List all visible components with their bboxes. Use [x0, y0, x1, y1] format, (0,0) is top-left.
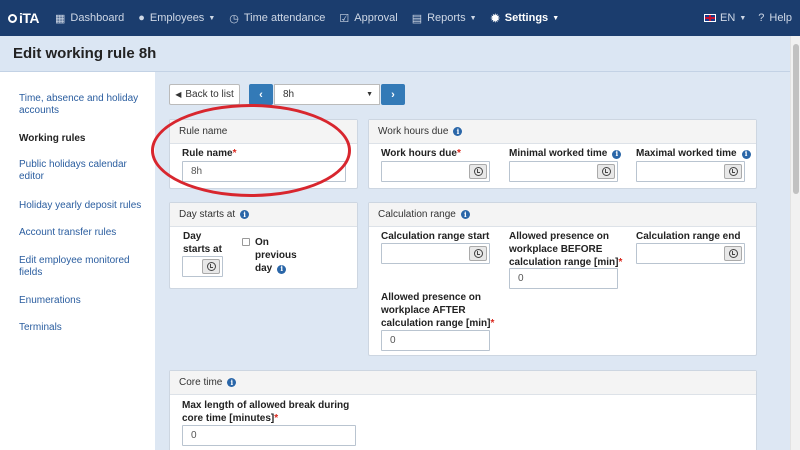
calc-range-end-input[interactable]: [636, 243, 745, 264]
core-time-break-label: Max length of allowed break during core t…: [182, 400, 350, 424]
sidebar-item-holidays-calendar[interactable]: Public holidays calendar editor: [19, 159, 144, 183]
maximal-worked-time-input[interactable]: [636, 161, 745, 182]
rule-select[interactable]: 8h ▼: [274, 84, 380, 105]
caret-down-icon: ▼: [552, 14, 560, 22]
day-starts-label: Day starts at: [183, 231, 222, 255]
info-icon[interactable]: i: [277, 264, 287, 274]
scrollbar-thumb[interactable]: [793, 44, 799, 194]
sidebar-item-enumerations[interactable]: Enumerations: [19, 295, 144, 307]
sidebar-item-accounts[interactable]: Time, absence and holiday accounts: [19, 93, 144, 117]
checkbox-icon: ☑: [339, 12, 350, 25]
rule-name-input[interactable]: 8h: [182, 161, 346, 182]
top-navbar: iTA ▦ Dashboard ● Employees ▼ ◷ Time attenda…: [0, 0, 800, 36]
info-icon[interactable]: i: [240, 210, 250, 219]
previous-day-checkbox[interactable]: [242, 238, 250, 246]
maximal-worked-time-label: Maximal worked time i: [636, 148, 751, 160]
required-asterisk: *: [490, 318, 495, 329]
clock-icon[interactable]: [469, 246, 487, 261]
panel-heading: Rule name: [170, 120, 357, 144]
nav-approval[interactable]: ☑ Approval: [332, 0, 404, 36]
calc-range-start-label: Calculation range start: [381, 231, 490, 242]
caret-down-icon: ▼: [469, 14, 477, 22]
logo-mark-icon: [8, 13, 17, 23]
minimal-worked-time-label: Minimal worked time i: [509, 148, 622, 160]
help-link[interactable]: ? Help: [758, 0, 792, 36]
page-title: Edit working rule 8h: [13, 45, 157, 62]
back-to-list-button[interactable]: ◀ Back to list: [169, 84, 240, 105]
presence-before-label: Allowed presence on workplace BEFORE calcu…: [509, 231, 623, 268]
language-selector[interactable]: EN ▼: [704, 0, 746, 36]
required-asterisk: *: [232, 148, 237, 159]
sidebar-item-terminals[interactable]: Terminals: [19, 322, 144, 334]
core-time-break-input[interactable]: 0: [182, 425, 356, 446]
nav-settings[interactable]: ✹ Settings ▼: [484, 0, 567, 36]
required-asterisk: *: [274, 413, 279, 424]
nav-right: EN ▼ ? Help: [704, 0, 792, 36]
chevron-right-icon: ›: [391, 88, 395, 101]
printer-icon: ▤: [411, 12, 423, 25]
gear-icon: ✹: [490, 12, 500, 25]
help-icon: ?: [758, 12, 765, 24]
required-asterisk: *: [618, 257, 623, 268]
grid-icon: ▦: [55, 12, 66, 25]
minimal-worked-time-input[interactable]: [509, 161, 618, 182]
panel-heading: Calculation range i: [369, 203, 756, 227]
work-hours-due-label: Work hours due*: [381, 148, 461, 159]
panel-heading: Core time i: [170, 371, 756, 395]
clock-icon[interactable]: [724, 164, 742, 179]
presence-before-input[interactable]: 0: [509, 268, 618, 289]
sidebar-item-holiday-deposit[interactable]: Holiday yearly deposit rules: [19, 200, 144, 212]
nav-time-attendance[interactable]: ◷ Time attendance: [222, 0, 332, 36]
nav-reports[interactable]: ▤ Reports ▼: [405, 0, 484, 36]
clock-icon: ◷: [229, 12, 239, 25]
uk-flag-icon: [704, 14, 717, 22]
panel-heading: Work hours due i: [369, 120, 756, 144]
info-icon[interactable]: i: [453, 127, 463, 136]
panel-heading: Day starts at i: [170, 203, 357, 227]
caret-down-icon: ▼: [366, 91, 373, 98]
clock-icon[interactable]: [469, 164, 487, 179]
calc-range-end-label: Calculation range end: [636, 231, 741, 242]
work-hours-due-input[interactable]: [381, 161, 490, 182]
required-asterisk: *: [456, 148, 461, 159]
day-starts-input[interactable]: [182, 256, 223, 277]
sidebar-item-monitored-fields[interactable]: Edit employee monitored fields: [19, 255, 144, 279]
rule-name-label: Rule name*: [182, 148, 237, 159]
clock-icon[interactable]: [724, 246, 742, 261]
caret-down-icon: ▼: [739, 14, 747, 22]
sidebar-item-working-rules[interactable]: Working rules: [19, 133, 144, 145]
info-icon[interactable]: i: [227, 378, 237, 387]
next-rule-button[interactable]: ›: [381, 84, 405, 105]
previous-day-label: On previous day i: [255, 237, 297, 274]
clock-icon[interactable]: [597, 164, 615, 179]
nav-dashboard[interactable]: ▦ Dashboard: [48, 0, 131, 36]
user-icon: ●: [138, 12, 145, 24]
previous-rule-button[interactable]: ‹: [249, 84, 273, 105]
calc-range-start-input[interactable]: [381, 243, 490, 264]
presence-after-input[interactable]: 0: [381, 330, 490, 351]
caret-down-icon: ▼: [208, 14, 216, 22]
info-icon[interactable]: i: [612, 149, 622, 159]
info-icon[interactable]: i: [741, 149, 751, 159]
info-icon[interactable]: i: [460, 210, 470, 219]
settings-sidebar: Time, absence and holiday accounts Worki…: [0, 72, 155, 450]
page-header: Edit working rule 8h: [0, 36, 790, 72]
presence-after-label: Allowed presence on workplace AFTER calcul…: [381, 292, 495, 329]
sidebar-item-account-transfer[interactable]: Account transfer rules: [19, 227, 144, 239]
page-scrollbar[interactable]: [790, 36, 800, 450]
clock-icon[interactable]: [202, 259, 220, 274]
nav-employees[interactable]: ● Employees ▼: [131, 0, 222, 36]
chevron-left-icon: ◀: [175, 90, 182, 99]
chevron-left-icon: ‹: [259, 88, 263, 101]
app-logo[interactable]: iTA: [0, 0, 48, 36]
